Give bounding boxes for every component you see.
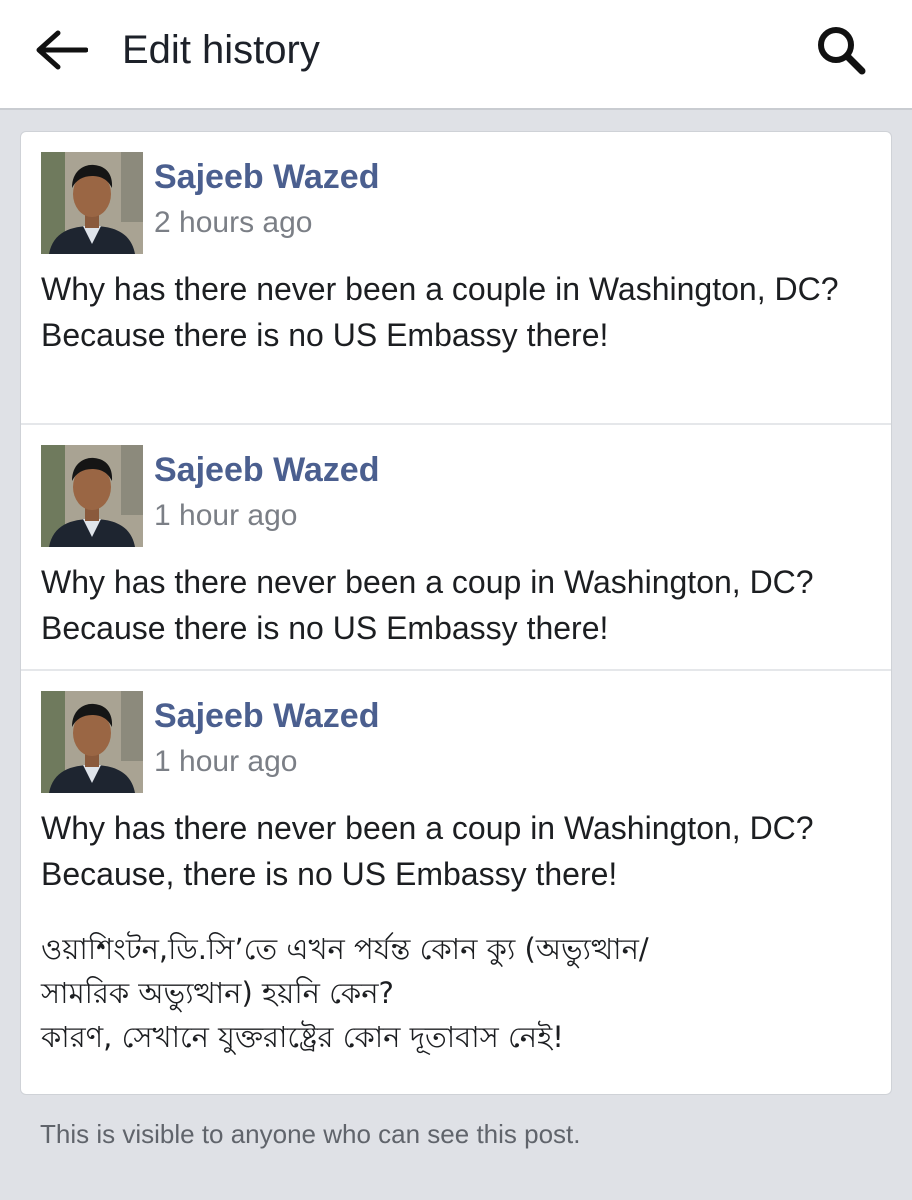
author-name[interactable]: Sajeeb Wazed (154, 449, 379, 491)
search-icon (818, 27, 866, 75)
post-text: Why has there never been a couple in Was… (41, 266, 881, 358)
history-entry: Sajeeb Wazed 2 hours ago Why has there n… (21, 132, 891, 423)
post-line-bengali: সামরিক অভ্যুত্থান) হয়নি কেন? (41, 976, 394, 1010)
avatar[interactable] (41, 691, 143, 793)
timestamp[interactable]: 1 hour ago (154, 743, 297, 781)
post-line-bengali: ওয়াশিংটন,ডি.সি’তে এখন পর্যন্ত কোন ক্যু … (41, 932, 649, 966)
profile-photo-icon (41, 445, 143, 547)
author-name[interactable]: Sajeeb Wazed (154, 156, 379, 198)
avatar[interactable] (41, 445, 143, 547)
post-line: Because, there is no US Embassy there! (41, 856, 618, 892)
post-line: Why has there never been a coup in Washi… (41, 810, 814, 846)
back-button[interactable] (28, 24, 92, 76)
profile-photo-icon (41, 152, 143, 254)
post-line: Because there is no US Embassy there! (41, 610, 609, 646)
visibility-note: This is visible to anyone who can see th… (40, 1119, 581, 1149)
post-text: Why has there never been a coup in Washi… (41, 805, 881, 1059)
timestamp[interactable]: 1 hour ago (154, 497, 297, 535)
search-button[interactable] (808, 20, 874, 80)
post-line: Why has there never been a couple in Was… (41, 271, 839, 307)
arrow-left-icon (36, 30, 88, 70)
post-text: Why has there never been a coup in Washi… (41, 559, 881, 651)
post-line-bengali: কারণ, সেখানে যুক্তরাষ্ট্রের কোন দূতাবাস … (41, 1020, 564, 1054)
avatar[interactable] (41, 152, 143, 254)
profile-photo-icon (41, 691, 143, 793)
edit-history-card: Sajeeb Wazed 2 hours ago Why has there n… (20, 131, 892, 1095)
history-entry: Sajeeb Wazed 1 hour ago Why has there ne… (21, 423, 891, 669)
history-entry: Sajeeb Wazed 1 hour ago Why has there ne… (21, 669, 891, 1094)
timestamp[interactable]: 2 hours ago (154, 204, 312, 242)
page-title: Edit history (122, 28, 320, 72)
top-app-bar: Edit history (0, 0, 912, 110)
post-line: Because there is no US Embassy there! (41, 317, 609, 353)
post-line: Why has there never been a coup in Washi… (41, 564, 814, 600)
author-name[interactable]: Sajeeb Wazed (154, 695, 379, 737)
